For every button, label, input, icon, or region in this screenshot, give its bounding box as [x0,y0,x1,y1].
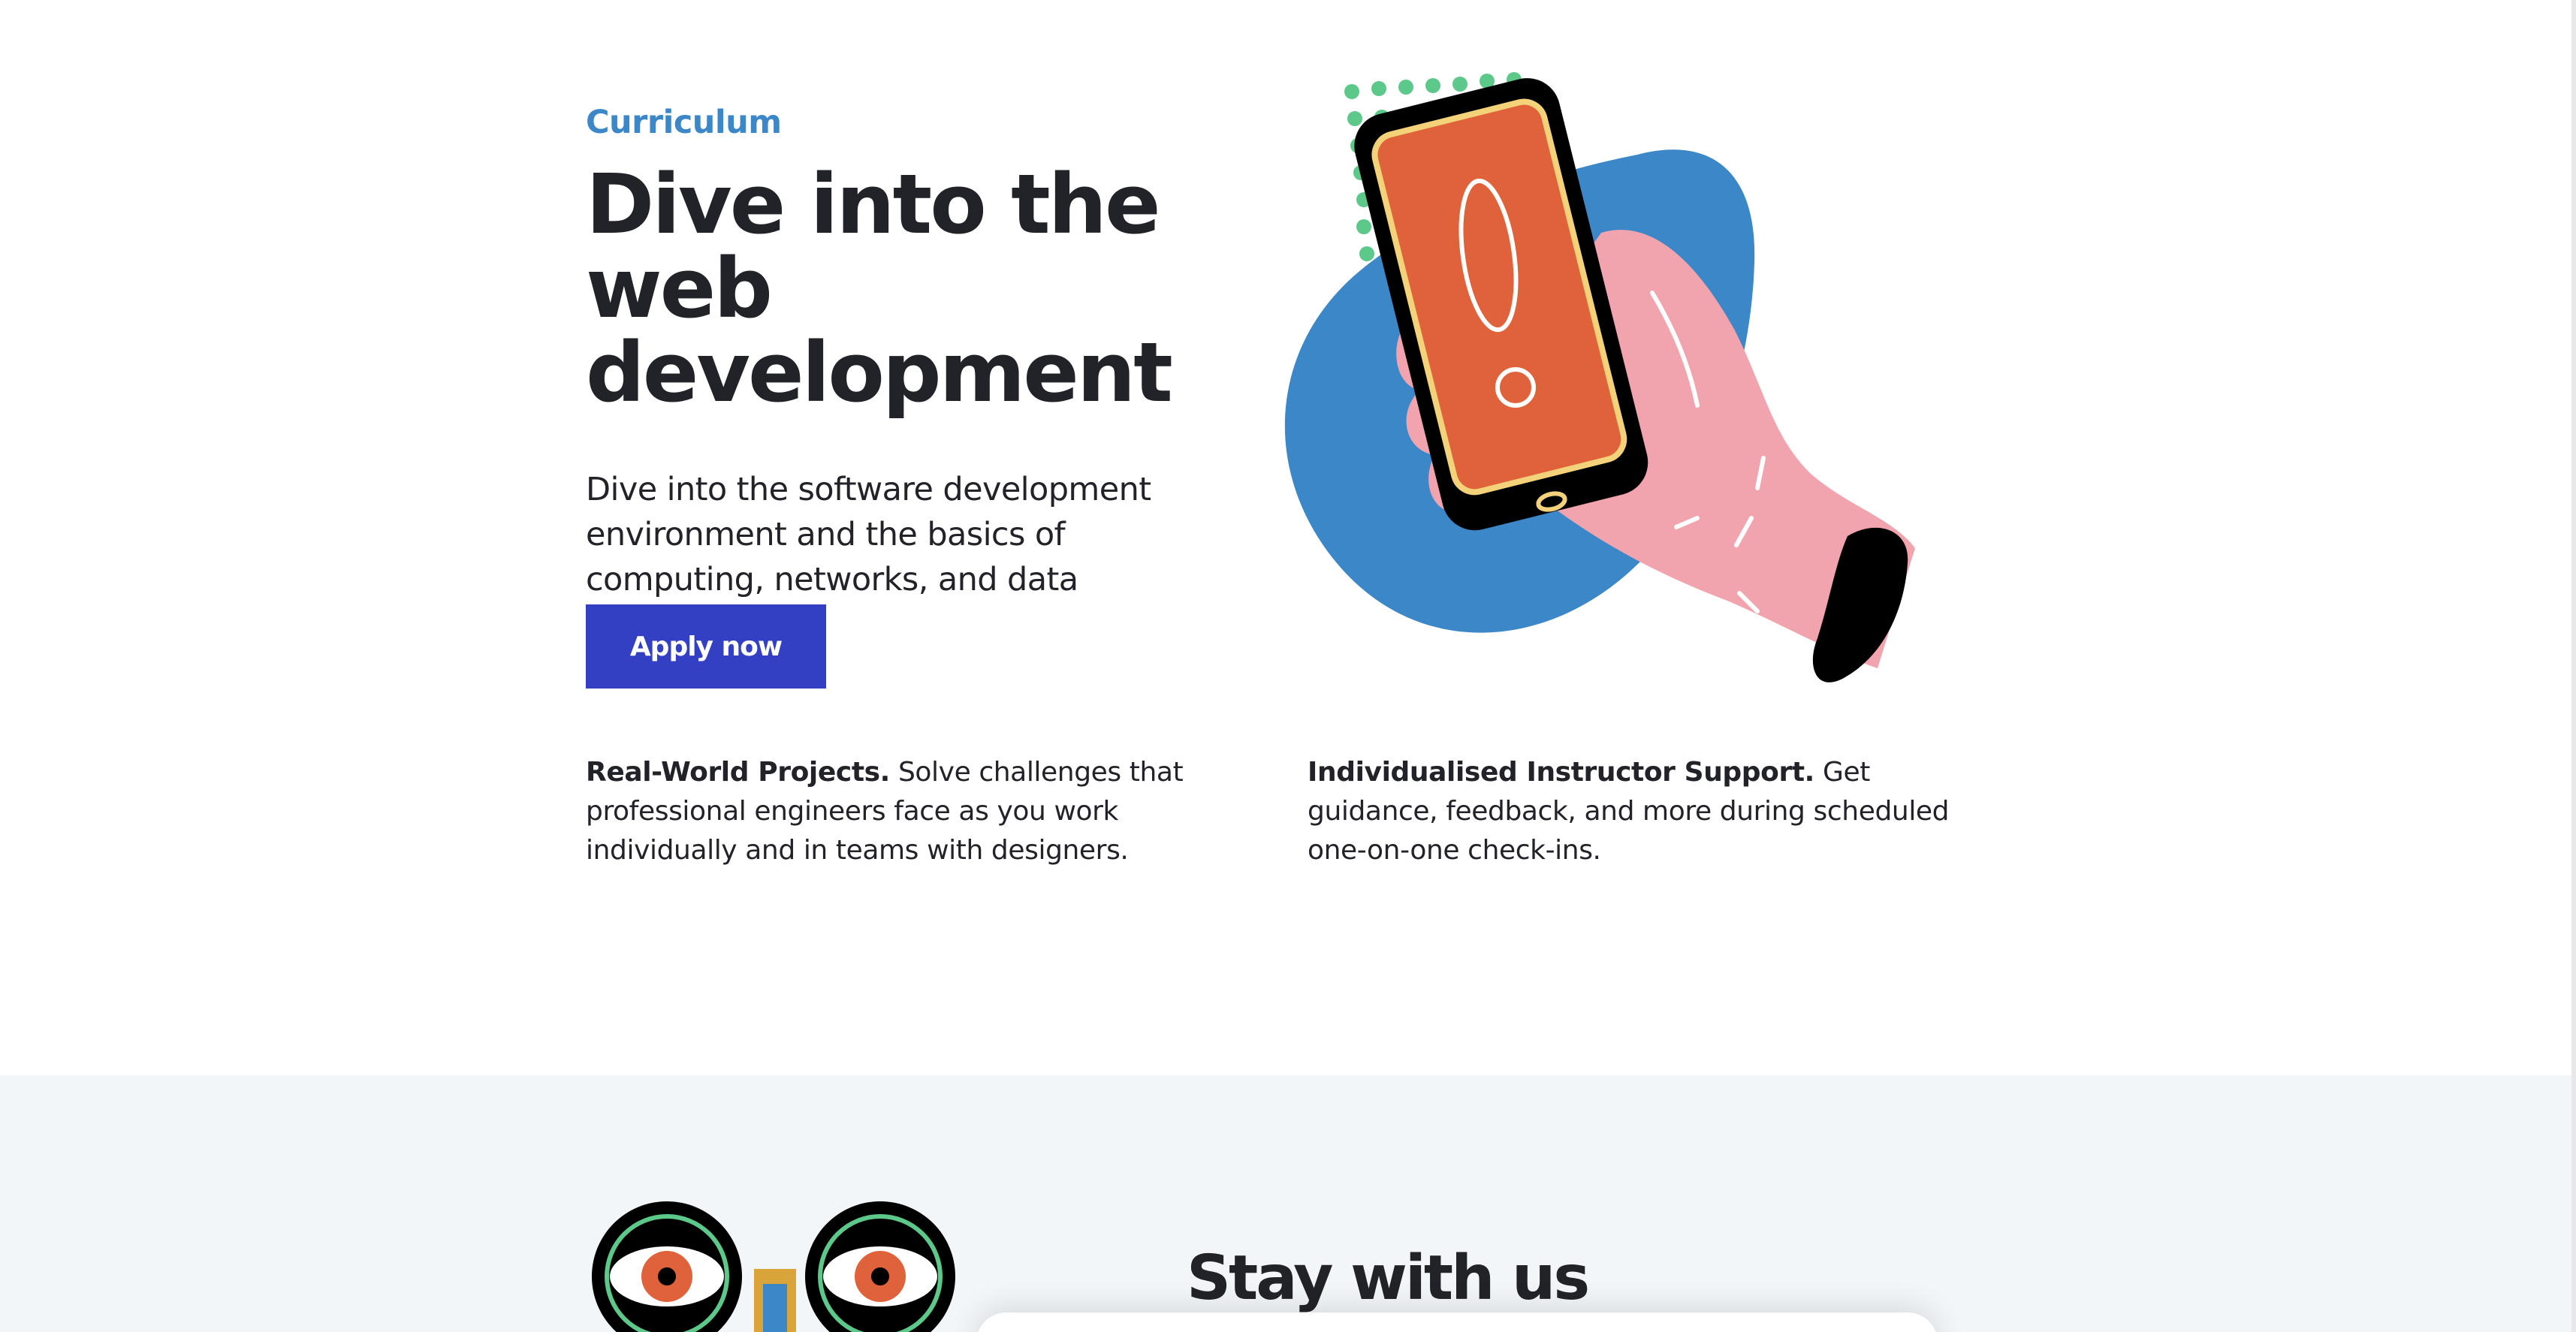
scrollbar[interactable] [2571,0,2576,1332]
feature-title: Real-World Projects. [586,757,890,788]
binocular-eyes-icon [592,1201,955,1332]
feature-title: Individualised Instructor Support. [1308,757,1814,788]
feature-instructor-support: Individualised Instructor Support. Get g… [1308,753,1968,870]
section-title: Stay with us [1187,1243,1590,1314]
curriculum-section: Curriculum Dive into the web development… [0,0,2576,1075]
section-eyebrow: Curriculum [586,104,782,141]
feature-real-world-projects: Real-World Projects. Solve challenges th… [586,753,1247,870]
card-edge [976,1312,1938,1332]
hand-holding-phone-alert-icon [1284,72,1915,683]
page-title: Dive into the web development [586,156,1173,420]
apply-now-button[interactable]: Apply now [586,604,826,689]
